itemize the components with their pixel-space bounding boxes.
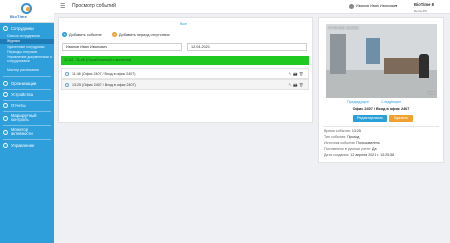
logo-icon bbox=[21, 3, 32, 14]
plus-icon: + bbox=[62, 32, 67, 37]
event-actions[interactable]: ✎📷🗑 bbox=[288, 72, 305, 76]
sidebar-item-label: Отчеты bbox=[11, 103, 26, 108]
door-image bbox=[330, 34, 346, 74]
user-menu[interactable]: Иванов Иван Иванович bbox=[356, 4, 397, 8]
org-name: BioTime 8 bbox=[414, 1, 434, 7]
device-icon bbox=[3, 92, 8, 97]
users-icon bbox=[3, 26, 8, 31]
sidebar-item-label: Организации bbox=[11, 81, 37, 86]
user-icon bbox=[349, 4, 354, 9]
org-host: Demo-PC bbox=[414, 9, 428, 13]
desk-image bbox=[384, 58, 420, 74]
camera-timestamp: ФЗ-02-2021 13:25:58 bbox=[328, 26, 359, 30]
shelf-image bbox=[366, 38, 380, 64]
sidebar-item-management[interactable]: Управление bbox=[0, 141, 54, 150]
event-text: (Офис 2407 / Вход в офис 2407) bbox=[82, 82, 136, 87]
page-title: Просмотр событий bbox=[72, 3, 116, 9]
event-time: 13:25 bbox=[72, 82, 81, 87]
day-group-header[interactable]: 12.04 - 11:46 (Отработанный с вычетом) bbox=[61, 56, 309, 65]
events-panel: Все + Добавить событие + Добавить период… bbox=[58, 17, 313, 123]
event-detail-panel: ФЗ-02-2021 13:25:58 Wall Предыдущее След… bbox=[318, 17, 444, 163]
menu-icon[interactable]: ☰ bbox=[60, 3, 65, 10]
top-bar: ☰ Просмотр событий Иванов Иван Иванович … bbox=[54, 0, 450, 14]
logo-text: BioTime bbox=[10, 14, 28, 19]
sidebar-item-label: Монитор активности bbox=[11, 126, 33, 136]
delete-button[interactable]: Удалить bbox=[389, 115, 413, 122]
add-absence-label: Добавить период отсутствия bbox=[119, 32, 170, 37]
sidebar-subitem-employee-list[interactable]: Список сотрудников bbox=[7, 34, 40, 38]
sidebar-subitem-schedule-wizard[interactable]: Мастер расписания bbox=[7, 68, 39, 72]
detail-row: Поставлено в ручном учете: Да bbox=[324, 147, 377, 151]
sidebar-divider bbox=[3, 139, 51, 140]
monitor-icon bbox=[3, 129, 8, 135]
plus-icon: + bbox=[112, 32, 117, 37]
sidebar-item-activity-monitor[interactable]: Монитор активности bbox=[0, 126, 54, 138]
event-actions[interactable]: ✎📷🗑 bbox=[288, 83, 305, 87]
divider bbox=[323, 126, 439, 127]
add-absence-button[interactable]: + Добавить период отсутствия bbox=[112, 32, 170, 37]
app-logo[interactable]: BioTime bbox=[0, 0, 54, 23]
sidebar-item-devices[interactable]: Устройства bbox=[0, 90, 54, 99]
sidebar-item-label: Маршрутный контроль bbox=[11, 112, 37, 122]
event-status-icon bbox=[65, 82, 69, 87]
building-icon bbox=[3, 81, 8, 86]
next-link[interactable]: Следующее bbox=[381, 100, 401, 104]
sidebar-subitem-documents[interactable]: Управление документами и сотрудниками bbox=[7, 55, 53, 63]
route-icon bbox=[3, 115, 8, 121]
sidebar-item-reports[interactable]: Отчеты bbox=[0, 101, 54, 110]
camera-snapshot[interactable]: ФЗ-02-2021 13:25:58 Wall bbox=[326, 24, 437, 98]
event-time: 11:46 bbox=[72, 71, 81, 76]
sidebar: BioTime Сотрудники Список сотрудников Жу… bbox=[0, 0, 54, 243]
event-status-icon bbox=[65, 71, 69, 76]
sidebar-item-label: Управление bbox=[11, 143, 35, 148]
date-field[interactable]: 12.04.2021 bbox=[187, 43, 307, 51]
sidebar-item-route-control[interactable]: Маршрутный контроль bbox=[0, 112, 54, 124]
sidebar-item-label: Устройства bbox=[11, 92, 33, 97]
gear-icon bbox=[3, 143, 8, 148]
sidebar-item-organizations[interactable]: Организации bbox=[0, 79, 54, 88]
sidebar-divider bbox=[3, 76, 51, 77]
event-text: (Офис 2407 / Вход в офис 2407) bbox=[81, 71, 136, 76]
camera-label: Wall bbox=[427, 91, 434, 95]
tab-all[interactable]: Все bbox=[180, 21, 187, 26]
chevron-down-icon[interactable]: ▾ bbox=[395, 3, 397, 8]
sidebar-item-employees[interactable]: Сотрудники bbox=[0, 24, 54, 33]
detail-row: Источник события: Пользователь bbox=[324, 141, 380, 145]
employee-select[interactable]: Иванов Иван Иванович bbox=[62, 43, 182, 51]
event-row-selected[interactable]: 13:25 (Офис 2407 / Вход в офис 2407) ✎📷🗑 bbox=[61, 79, 309, 90]
report-icon bbox=[3, 103, 8, 108]
sidebar-subitem-vacations[interactable]: Периоды отпусков bbox=[7, 50, 37, 54]
sidebar-subitem-deleted-employees[interactable]: Удаленные сотрудники bbox=[7, 45, 44, 49]
detail-row: Тип события: Проход bbox=[324, 135, 360, 139]
add-event-label: Добавить событие bbox=[69, 32, 102, 37]
detail-row: Дата создания: 12 апреля 2021 г. 13:25:5… bbox=[324, 153, 395, 157]
detail-row: Время события: 13:25 bbox=[324, 129, 361, 133]
add-event-button[interactable]: + Добавить событие bbox=[62, 32, 102, 37]
previous-link[interactable]: Предыдущее bbox=[347, 100, 369, 104]
person-image bbox=[419, 54, 429, 78]
snapshot-caption: Офис 2407 / Вход в офис 2407 bbox=[352, 107, 410, 111]
event-row[interactable]: 11:46 (Офис 2407 / Вход в офис 2407) ✎📷🗑 bbox=[61, 68, 309, 79]
sidebar-item-label: Сотрудники bbox=[11, 26, 34, 31]
edit-button[interactable]: Редактировать bbox=[353, 115, 387, 122]
sidebar-subitem-journal[interactable]: Журнал bbox=[0, 39, 54, 44]
